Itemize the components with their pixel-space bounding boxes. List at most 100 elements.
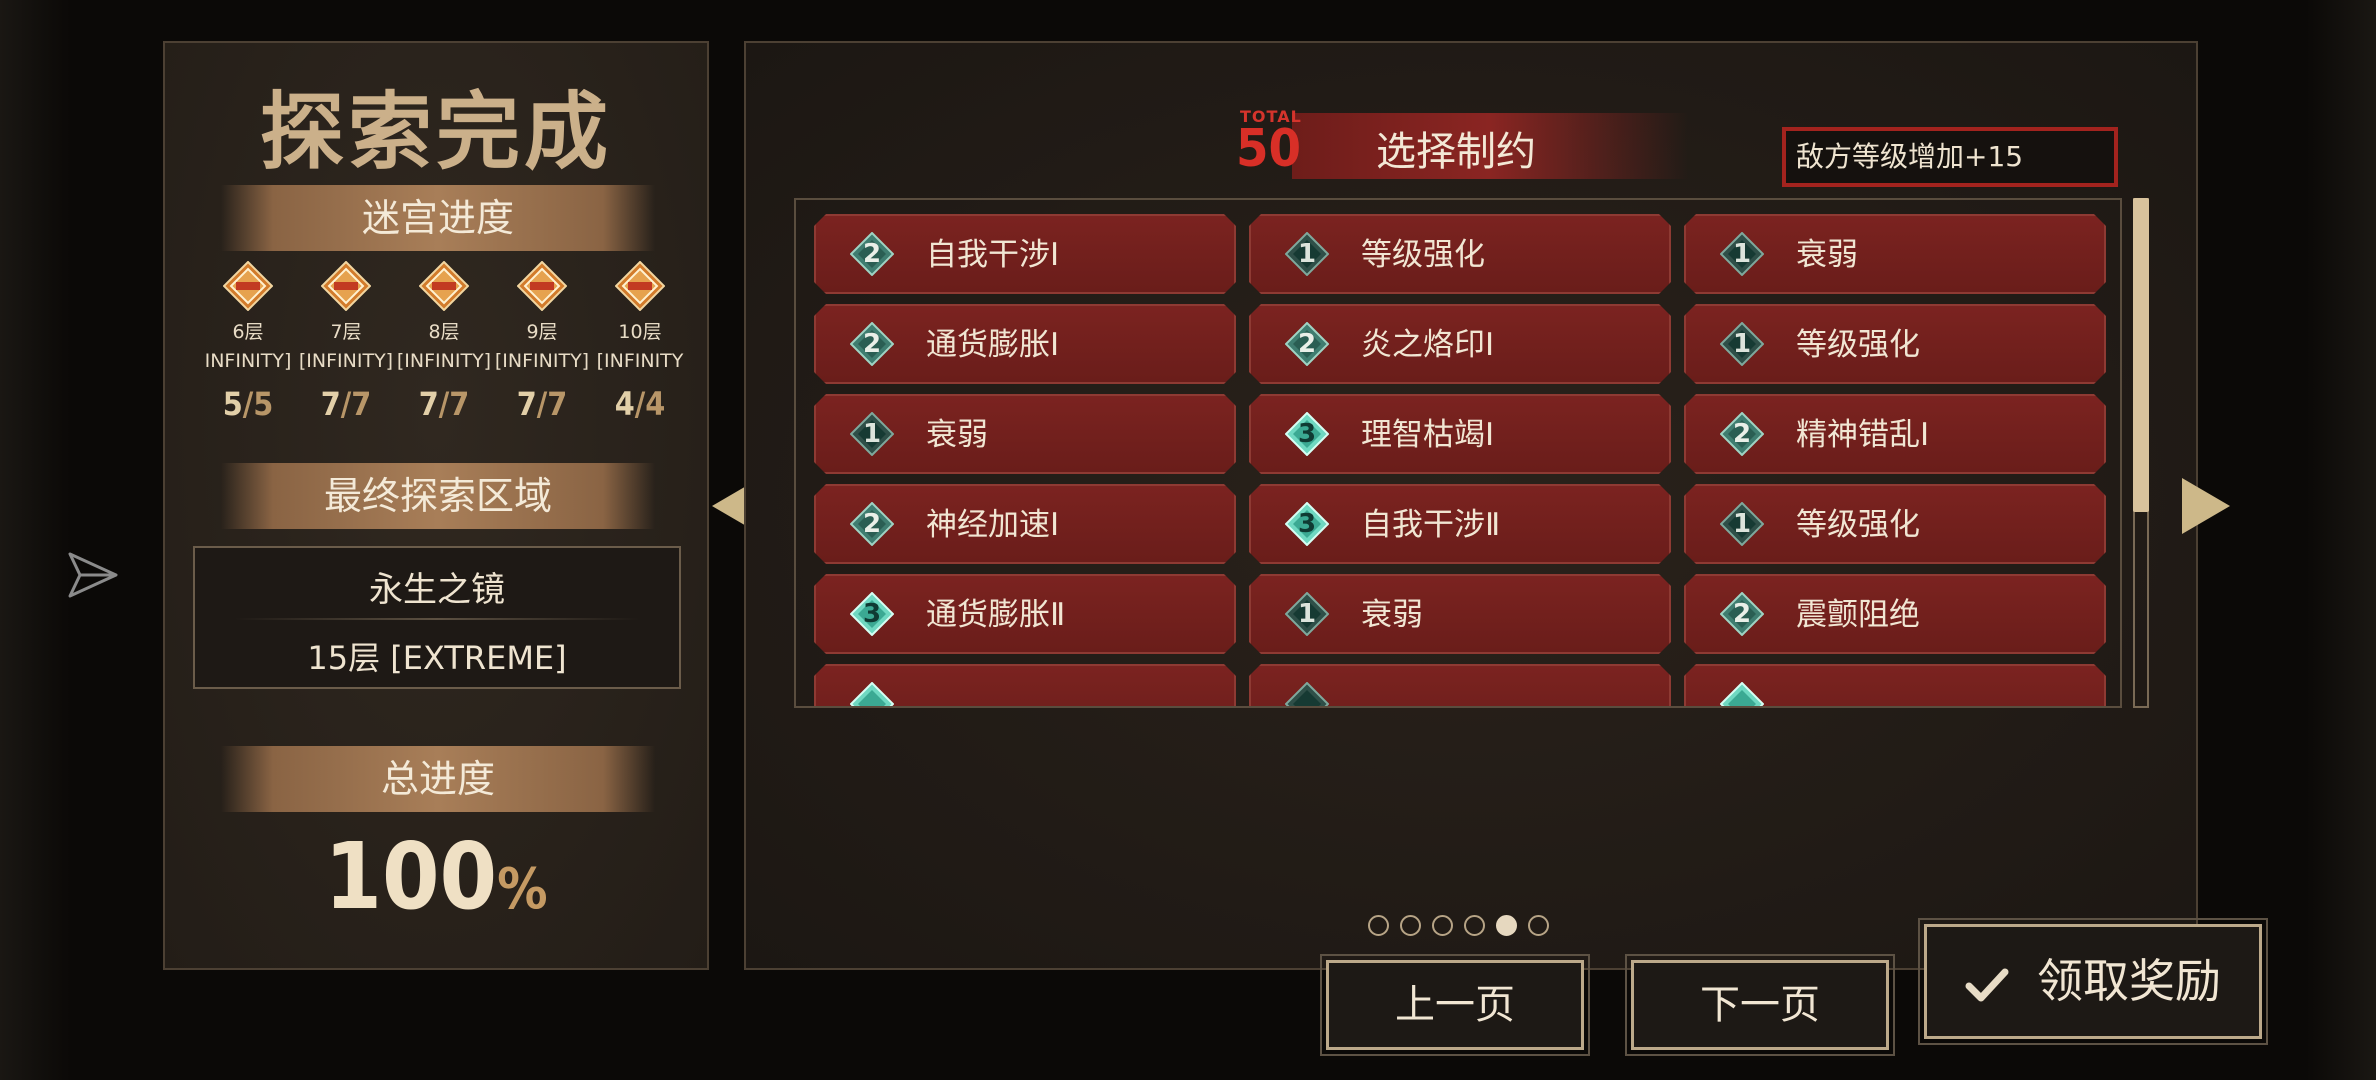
restriction-card[interactable]: 3 理智枯竭Ⅰ: [1249, 394, 1671, 474]
restriction-label: 通货膨胀Ⅰ: [926, 327, 1060, 363]
level-number: 1: [1732, 509, 1752, 539]
restriction-label: 等级强化: [1361, 237, 1485, 273]
restriction-label: 炎之烙印Ⅰ: [1361, 327, 1495, 363]
page-dot[interactable]: [1368, 915, 1389, 936]
level-number: [850, 682, 894, 708]
restriction-card[interactable]: 3 通货膨胀Ⅱ: [814, 574, 1236, 654]
level-badge: [1285, 682, 1329, 708]
restriction-card[interactable]: 1 等级强化: [1684, 304, 2106, 384]
total-value: 50: [1236, 119, 1302, 179]
restriction-card[interactable]: 2 通货膨胀Ⅰ: [814, 304, 1236, 384]
claim-reward-label: 领取奖励: [2037, 954, 2221, 1008]
claim-reward-button[interactable]: 领取奖励: [1918, 918, 2268, 1045]
level-badge: 1: [850, 412, 894, 456]
prev-page-button[interactable]: 上一页: [1320, 954, 1590, 1056]
level-number: 2: [1732, 599, 1752, 629]
restriction-card[interactable]: 2 自我干涉Ⅰ: [814, 214, 1236, 294]
floor-progress-list: 6层 INFINITY] 5/5 7层 [INFINITY] 7/7 8层 [INFINITY…: [199, 260, 689, 441]
floor-name: 7层: [330, 321, 362, 343]
restriction-card[interactable]: 2 神经加速Ⅰ: [814, 484, 1236, 564]
level-badge: 3: [850, 592, 894, 636]
floor-count-done: 7: [516, 385, 537, 423]
restriction-list[interactable]: 2 自我干涉Ⅰ 1 等级强化 1 衰弱 2 通货膨胀Ⅰ 2 炎之烙印Ⅰ 1 等级强化 1 衰弱 3 理智枯竭Ⅰ…: [794, 198, 2122, 708]
restriction-card[interactable]: [1684, 664, 2106, 708]
level-number: [1285, 682, 1329, 708]
final-area-header: 最终探索区域: [221, 463, 655, 529]
restriction-card[interactable]: 1 衰弱: [814, 394, 1236, 474]
restriction-label: 等级强化: [1796, 327, 1920, 363]
page-dot[interactable]: [1432, 915, 1453, 936]
level-badge: 2: [850, 232, 894, 276]
floor-count-total: /4: [634, 385, 666, 423]
level-badge: [1720, 682, 1764, 708]
effect-display: 敌方等级增加+15: [1782, 127, 2118, 187]
level-number: [1720, 682, 1764, 708]
level-badge: 1: [1285, 592, 1329, 636]
floor-count: 4/4: [591, 385, 689, 423]
restriction-label: 自我干涉Ⅰ: [926, 237, 1060, 273]
restriction-card[interactable]: 2 震颤阻绝: [1684, 574, 2106, 654]
floor-clear-badge-icon: [320, 260, 372, 312]
page-dot[interactable]: [1496, 915, 1517, 936]
send-icon[interactable]: [66, 548, 120, 602]
restriction-card[interactable]: [814, 664, 1236, 708]
level-number: 1: [1732, 329, 1752, 359]
page-dot[interactable]: [1528, 915, 1549, 936]
restriction-card[interactable]: 1 衰弱: [1249, 574, 1671, 654]
level-number: 2: [862, 509, 882, 539]
left-frame-decoration: [0, 0, 70, 1080]
floor-count-total: /7: [438, 385, 470, 423]
floor-name: 9层: [526, 321, 558, 343]
level-number: 2: [862, 239, 882, 269]
divider: [235, 618, 639, 620]
floor-name: 6层: [232, 321, 264, 343]
right-frame-decoration: [2306, 0, 2376, 1080]
floor-mode: [INFINITY]: [494, 350, 590, 372]
floor-clear-badge-icon: [222, 260, 274, 312]
next-arrow-button[interactable]: [2182, 478, 2230, 534]
page-indicator: [1368, 915, 1549, 936]
level-badge: 2: [1285, 322, 1329, 366]
restriction-card[interactable]: 3 自我干涉Ⅱ: [1249, 484, 1671, 564]
floor-clear-badge-icon: [614, 260, 666, 312]
floor-count-done: 4: [614, 385, 635, 423]
restriction-card[interactable]: 2 炎之烙印Ⅰ: [1249, 304, 1671, 384]
final-area-box: 永生之镜 15层 [EXTREME]: [193, 546, 681, 689]
restriction-label: 神经加速Ⅰ: [926, 507, 1060, 543]
final-area-floor: 15层 [EXTREME]: [307, 639, 567, 677]
floor-count: 5/5: [199, 385, 297, 423]
restriction-card[interactable]: 2 精神错乱Ⅰ: [1684, 394, 2106, 474]
restriction-label: 衰弱: [1361, 597, 1423, 633]
level-badge: 2: [1720, 412, 1764, 456]
restriction-card[interactable]: 1 等级强化: [1249, 214, 1671, 294]
floor-mode: [INFINITY]: [298, 350, 394, 372]
restriction-label: 等级强化: [1796, 507, 1920, 543]
restriction-card[interactable]: 1 等级强化: [1684, 484, 2106, 564]
restriction-label: 通货膨胀Ⅱ: [926, 597, 1066, 633]
restriction-label: 衰弱: [926, 417, 988, 453]
level-badge: 1: [1285, 232, 1329, 276]
maze-progress-header: 迷宫进度: [221, 185, 655, 251]
page-dot[interactable]: [1464, 915, 1485, 936]
floor-name: 10层: [618, 321, 662, 343]
final-area-name: 永生之镜: [369, 570, 505, 610]
page-dot[interactable]: [1400, 915, 1421, 936]
level-number: 1: [862, 419, 882, 449]
total-progress-number: 100: [324, 823, 498, 930]
scrollbar-thumb[interactable]: [2133, 198, 2149, 512]
level-badge: 3: [1285, 502, 1329, 546]
level-number: 1: [1297, 599, 1317, 629]
restriction-panel: TOTAL 50 选择制约 敌方等级增加+15 2 自我干涉Ⅰ 1 等级强化 1 衰弱 2 通…: [744, 41, 2198, 970]
percent-sign: %: [497, 857, 548, 922]
restriction-card[interactable]: [1249, 664, 1671, 708]
restriction-card[interactable]: 1 衰弱: [1684, 214, 2106, 294]
level-badge: 2: [1720, 592, 1764, 636]
next-page-button[interactable]: 下一页: [1625, 954, 1895, 1056]
level-badge: 1: [1720, 232, 1764, 276]
restriction-label: 震颤阻绝: [1796, 597, 1920, 633]
level-number: 1: [1732, 239, 1752, 269]
floor-mode: [INFINITY]: [396, 350, 492, 372]
floor-item: 10层 [INFINITY 4/4: [591, 260, 689, 441]
restriction-label: 自我干涉Ⅱ: [1361, 507, 1501, 543]
check-icon: [1965, 968, 2009, 1001]
